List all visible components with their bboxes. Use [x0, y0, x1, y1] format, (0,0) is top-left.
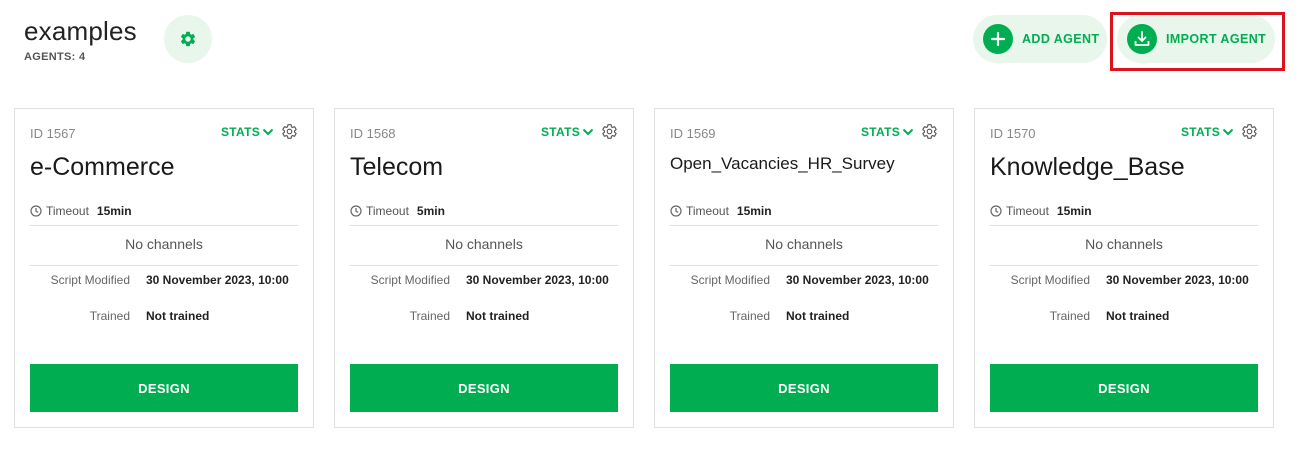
- stats-dropdown[interactable]: STATS: [1181, 125, 1234, 139]
- add-agent-label: ADD AGENT: [1022, 32, 1100, 46]
- agent-card: ID 1567 STATS e-Commerce Timeout 15min N…: [14, 108, 314, 428]
- timeout-row: Timeout 5min: [350, 204, 445, 218]
- trained-value: Not trained: [146, 309, 210, 323]
- design-button[interactable]: DESIGN: [30, 364, 298, 412]
- divider: [30, 225, 298, 226]
- agent-id: ID 1567: [30, 126, 76, 141]
- import-agent-label: IMPORT AGENT: [1166, 32, 1267, 46]
- channels-status: No channels: [125, 236, 203, 252]
- stats-dropdown[interactable]: STATS: [221, 125, 274, 139]
- stats-dropdown[interactable]: STATS: [861, 125, 914, 139]
- trained-value: Not trained: [786, 309, 850, 323]
- clock-icon: [30, 205, 42, 217]
- agent-card: ID 1569 STATS Open_Vacancies_HR_Survey T…: [654, 108, 954, 428]
- add-agent-button[interactable]: ADD AGENT: [973, 15, 1107, 63]
- chevron-down-icon: [902, 128, 914, 136]
- stats-label: STATS: [861, 125, 901, 139]
- script-modified-value: 30 November 2023, 10:00: [1106, 273, 1249, 287]
- stats-dropdown[interactable]: STATS: [541, 125, 594, 139]
- agent-settings-icon[interactable]: [601, 123, 618, 140]
- clock-icon: [990, 205, 1002, 217]
- agent-id: ID 1569: [670, 126, 716, 141]
- divider: [670, 265, 938, 266]
- timeout-value: 15min: [736, 204, 772, 218]
- stats-label: STATS: [541, 125, 581, 139]
- script-modified-label: Script Modified: [690, 273, 770, 287]
- divider: [350, 225, 618, 226]
- agent-name: Knowledge_Base: [990, 153, 1185, 181]
- divider: [30, 265, 298, 266]
- chevron-down-icon: [582, 128, 594, 136]
- channels-status: No channels: [445, 236, 523, 252]
- agent-card: ID 1568 STATS Telecom Timeout 5min No ch…: [334, 108, 634, 428]
- timeout-row: Timeout 15min: [670, 204, 772, 218]
- stats-label: STATS: [1181, 125, 1221, 139]
- import-agent-button[interactable]: IMPORT AGENT: [1117, 15, 1275, 63]
- channels-status: No channels: [765, 236, 843, 252]
- chevron-down-icon: [262, 128, 274, 136]
- script-modified-label: Script Modified: [1010, 273, 1090, 287]
- channels-status: No channels: [1085, 236, 1163, 252]
- clock-icon: [350, 205, 362, 217]
- design-button[interactable]: DESIGN: [990, 364, 1258, 412]
- page-title: examples: [24, 16, 137, 46]
- script-modified-value: 30 November 2023, 10:00: [466, 273, 609, 287]
- timeout-label: Timeout: [46, 204, 89, 218]
- trained-row: Trained Not trained: [990, 309, 1258, 323]
- script-modified-row: Script Modified 30 November 2023, 10:00: [30, 273, 298, 287]
- timeout-value: 15min: [1056, 204, 1092, 218]
- agent-name: Telecom: [350, 153, 444, 181]
- agent-name: e-Commerce: [30, 153, 175, 181]
- divider: [670, 225, 938, 226]
- trained-label: Trained: [729, 309, 770, 323]
- design-button[interactable]: DESIGN: [670, 364, 938, 412]
- script-modified-row: Script Modified 30 November 2023, 10:00: [670, 273, 938, 287]
- trained-row: Trained Not trained: [30, 309, 298, 323]
- script-modified-label: Script Modified: [50, 273, 130, 287]
- agent-settings-icon[interactable]: [281, 123, 298, 140]
- agent-settings-icon[interactable]: [921, 123, 938, 140]
- download-icon: [1127, 24, 1157, 54]
- agents-count: AGENTS: 4: [24, 51, 86, 63]
- gear-icon: [180, 31, 196, 47]
- trained-row: Trained Not trained: [670, 309, 938, 323]
- stats-label: STATS: [221, 125, 261, 139]
- timeout-label: Timeout: [1006, 204, 1049, 218]
- agent-id: ID 1570: [990, 126, 1036, 141]
- trained-label: Trained: [1049, 309, 1090, 323]
- timeout-value: 5min: [416, 204, 445, 218]
- script-modified-row: Script Modified 30 November 2023, 10:00: [350, 273, 618, 287]
- timeout-row: Timeout 15min: [990, 204, 1092, 218]
- agent-settings-icon[interactable]: [1241, 123, 1258, 140]
- agent-card: ID 1570 STATS Knowledge_Base Timeout 15m…: [974, 108, 1274, 428]
- timeout-label: Timeout: [686, 204, 729, 218]
- plus-icon: [983, 24, 1013, 54]
- script-modified-value: 30 November 2023, 10:00: [786, 273, 929, 287]
- trained-value: Not trained: [466, 309, 530, 323]
- script-modified-label: Script Modified: [370, 273, 450, 287]
- agent-name: Open_Vacancies_HR_Survey: [670, 154, 895, 173]
- trained-row: Trained Not trained: [350, 309, 618, 323]
- clock-icon: [670, 205, 682, 217]
- divider: [990, 225, 1258, 226]
- timeout-label: Timeout: [366, 204, 409, 218]
- script-modified-value: 30 November 2023, 10:00: [146, 273, 289, 287]
- design-button[interactable]: DESIGN: [350, 364, 618, 412]
- script-modified-row: Script Modified 30 November 2023, 10:00: [990, 273, 1258, 287]
- trained-label: Trained: [89, 309, 130, 323]
- timeout-row: Timeout 15min: [30, 204, 132, 218]
- divider: [350, 265, 618, 266]
- project-settings-button[interactable]: [164, 15, 212, 63]
- timeout-value: 15min: [96, 204, 132, 218]
- trained-value: Not trained: [1106, 309, 1170, 323]
- chevron-down-icon: [1222, 128, 1234, 136]
- divider: [990, 265, 1258, 266]
- trained-label: Trained: [409, 309, 450, 323]
- agent-id: ID 1568: [350, 126, 396, 141]
